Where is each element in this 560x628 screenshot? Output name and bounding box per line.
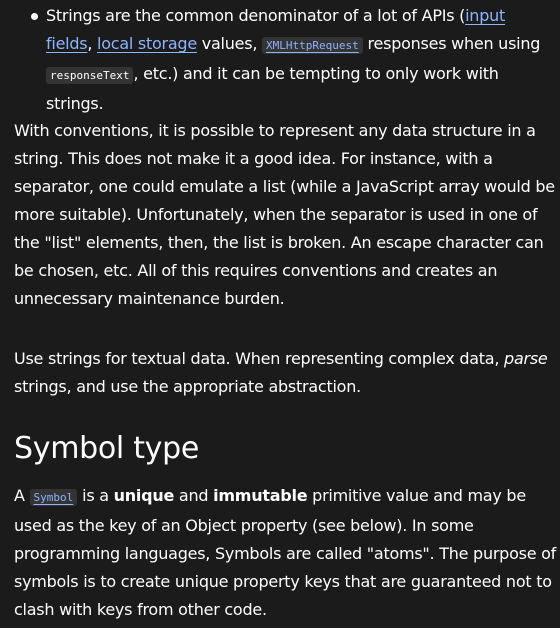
document-page: Strings are the common denominator of a … bbox=[0, 0, 560, 628]
local-storage-link[interactable]: local storage bbox=[97, 34, 197, 53]
immutable-strong: immutable bbox=[213, 486, 308, 505]
paragraph-text: is a bbox=[77, 486, 114, 505]
bullet-text: , bbox=[87, 34, 98, 53]
symbol-paragraph: A Symbol is a unique and immutable primi… bbox=[14, 482, 560, 624]
bullet-list: Strings are the common denominator of a … bbox=[0, 2, 560, 118]
symbol-type-heading: Symbol type bbox=[14, 431, 200, 466]
bullet-text: responses when using bbox=[362, 34, 541, 53]
xmlhttprequest-code: XMLHttpRequest bbox=[261, 37, 363, 54]
list-item: Strings are the common denominator of a … bbox=[0, 2, 560, 118]
use-strings-paragraph: Use strings for textual data. When repre… bbox=[14, 345, 560, 401]
paragraph-text: and bbox=[174, 486, 214, 505]
xmlhttprequest-link[interactable]: XMLHttpRequest bbox=[261, 34, 363, 54]
symbol-code: Symbol bbox=[29, 489, 78, 506]
parse-emphasis: parse bbox=[504, 349, 548, 368]
unique-strong: unique bbox=[113, 486, 175, 505]
symbol-link[interactable]: Symbol bbox=[29, 486, 78, 506]
paragraph-text: primitive value and may be used as the k… bbox=[14, 486, 557, 619]
paragraph-text: strings, and use the appropriate abstrac… bbox=[14, 377, 361, 396]
bullet-text: values, bbox=[196, 34, 262, 53]
conventions-paragraph: With conventions, it is possible to repr… bbox=[14, 121, 555, 308]
paragraph-text: A bbox=[14, 486, 30, 505]
paragraph-text: Use strings for textual data. When repre… bbox=[14, 349, 505, 368]
bullet-text: Strings are the common denominator of a … bbox=[46, 6, 466, 25]
bullet-marker bbox=[31, 13, 38, 20]
responsetext-code: responseText bbox=[46, 67, 134, 84]
